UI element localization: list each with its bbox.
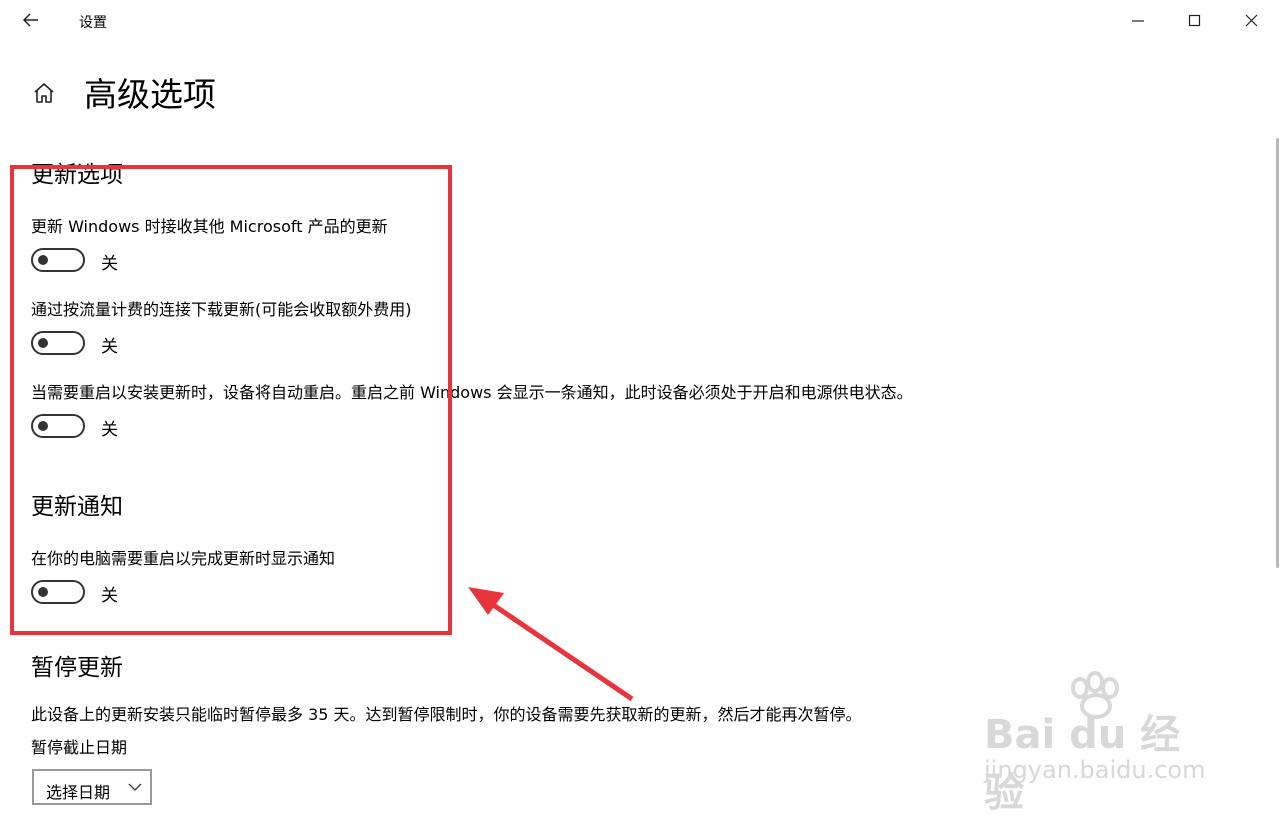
- toggle-state-label: 关: [101, 420, 118, 440]
- pause-date-label: 暂停截止日期: [31, 738, 128, 757]
- pause-updates-description: 此设备上的更新安装只能临时暂停最多 35 天。达到暂停限制时，你的设备需要先获取…: [31, 705, 862, 724]
- title-bar: 设置: [0, 0, 1282, 42]
- toggle-knob: [38, 255, 48, 265]
- home-button[interactable]: [28, 76, 62, 110]
- page-title: 高级选项: [84, 75, 216, 114]
- watermark-url: jingyan.baidu.com: [984, 756, 1206, 784]
- toggle-metered-connection[interactable]: [31, 331, 85, 355]
- minimize-icon: [1132, 20, 1144, 22]
- setting-label-auto-restart: 当需要重启以安装更新时，设备将自动重启。重启之前 Windows 会显示一条通知…: [31, 383, 913, 402]
- close-icon: [1245, 14, 1258, 27]
- toggle-row-auto-restart: 关: [31, 414, 151, 440]
- scrollbar[interactable]: [1276, 138, 1279, 568]
- window-title: 设置: [79, 15, 107, 31]
- maximize-button[interactable]: [1180, 8, 1210, 34]
- toggle-state-label: 关: [101, 586, 118, 606]
- toggle-other-products[interactable]: [31, 248, 85, 272]
- close-button[interactable]: [1237, 8, 1267, 34]
- toggle-restart-notification[interactable]: [31, 580, 85, 604]
- section-title-update-options: 更新选项: [31, 162, 123, 188]
- pause-date-select[interactable]: 选择日期: [32, 769, 152, 805]
- toggle-state-label: 关: [101, 337, 118, 357]
- toggle-row-restart-notification: 关: [31, 580, 151, 606]
- back-arrow-icon: [22, 13, 38, 27]
- toggle-row-other-products: 关: [31, 248, 151, 274]
- annotation-arrow-icon: [468, 587, 634, 702]
- home-icon: [34, 83, 54, 103]
- toggle-auto-restart[interactable]: [31, 414, 85, 438]
- back-button[interactable]: [14, 6, 48, 36]
- baidu-jingyan-watermark: Bai du 经验 jingyan.baidu.com: [980, 668, 1220, 816]
- chevron-down-icon: [128, 783, 142, 791]
- section-title-update-notifications: 更新通知: [31, 494, 123, 520]
- toggle-knob: [38, 587, 48, 597]
- setting-label-other-products: 更新 Windows 时接收其他 Microsoft 产品的更新: [31, 217, 388, 236]
- setting-label-metered-connection: 通过按流量计费的连接下载更新(可能会收取额外费用): [31, 300, 412, 319]
- toggle-state-label: 关: [101, 254, 118, 274]
- toggle-row-metered-connection: 关: [31, 331, 151, 357]
- maximize-icon: [1188, 14, 1201, 27]
- toggle-knob: [38, 338, 48, 348]
- pause-date-select-value: 选择日期: [46, 783, 111, 802]
- setting-label-restart-notification: 在你的电脑需要重启以完成更新时显示通知: [31, 549, 336, 568]
- toggle-knob: [38, 421, 48, 431]
- section-title-pause-updates: 暂停更新: [31, 655, 123, 681]
- minimize-button[interactable]: [1124, 8, 1154, 34]
